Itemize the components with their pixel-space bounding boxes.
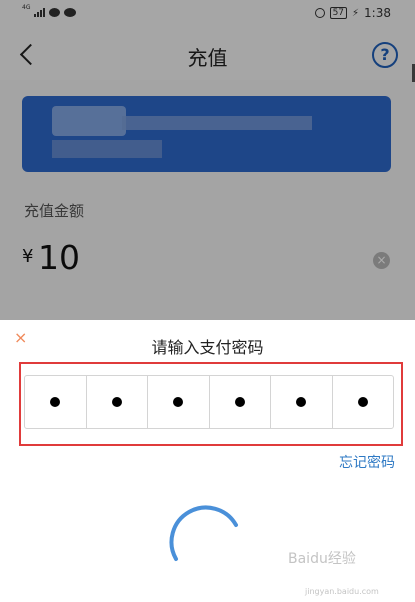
pin-dot [234, 397, 245, 407]
pin-dot [50, 397, 61, 407]
pin-cell [87, 376, 148, 428]
watermark-url: jingyan.baidu.com [305, 587, 379, 596]
sheet-title: 请输入支付密码 [151, 338, 264, 357]
pin-cell [333, 376, 394, 428]
pin-dot [111, 397, 122, 407]
forgot-password-link[interactable]: 忘记密码 [339, 452, 395, 472]
pin-cell [148, 376, 210, 428]
loading-spinner-icon [169, 505, 238, 561]
pin-cell [210, 376, 271, 428]
pin-dot [296, 397, 307, 407]
dim-overlay [0, 0, 415, 320]
password-input[interactable] [24, 375, 394, 429]
pin-cell [25, 376, 87, 428]
app-screen: 4G 57 ⚡ 1:38 充值 ? 充值金额 ¥ 10 × × 请输入支付密码 [0, 0, 415, 602]
pin-dot [173, 397, 184, 407]
watermark-logo: Baidu经验 [288, 551, 356, 567]
pin-dot [357, 397, 368, 407]
pin-cell [271, 376, 333, 428]
